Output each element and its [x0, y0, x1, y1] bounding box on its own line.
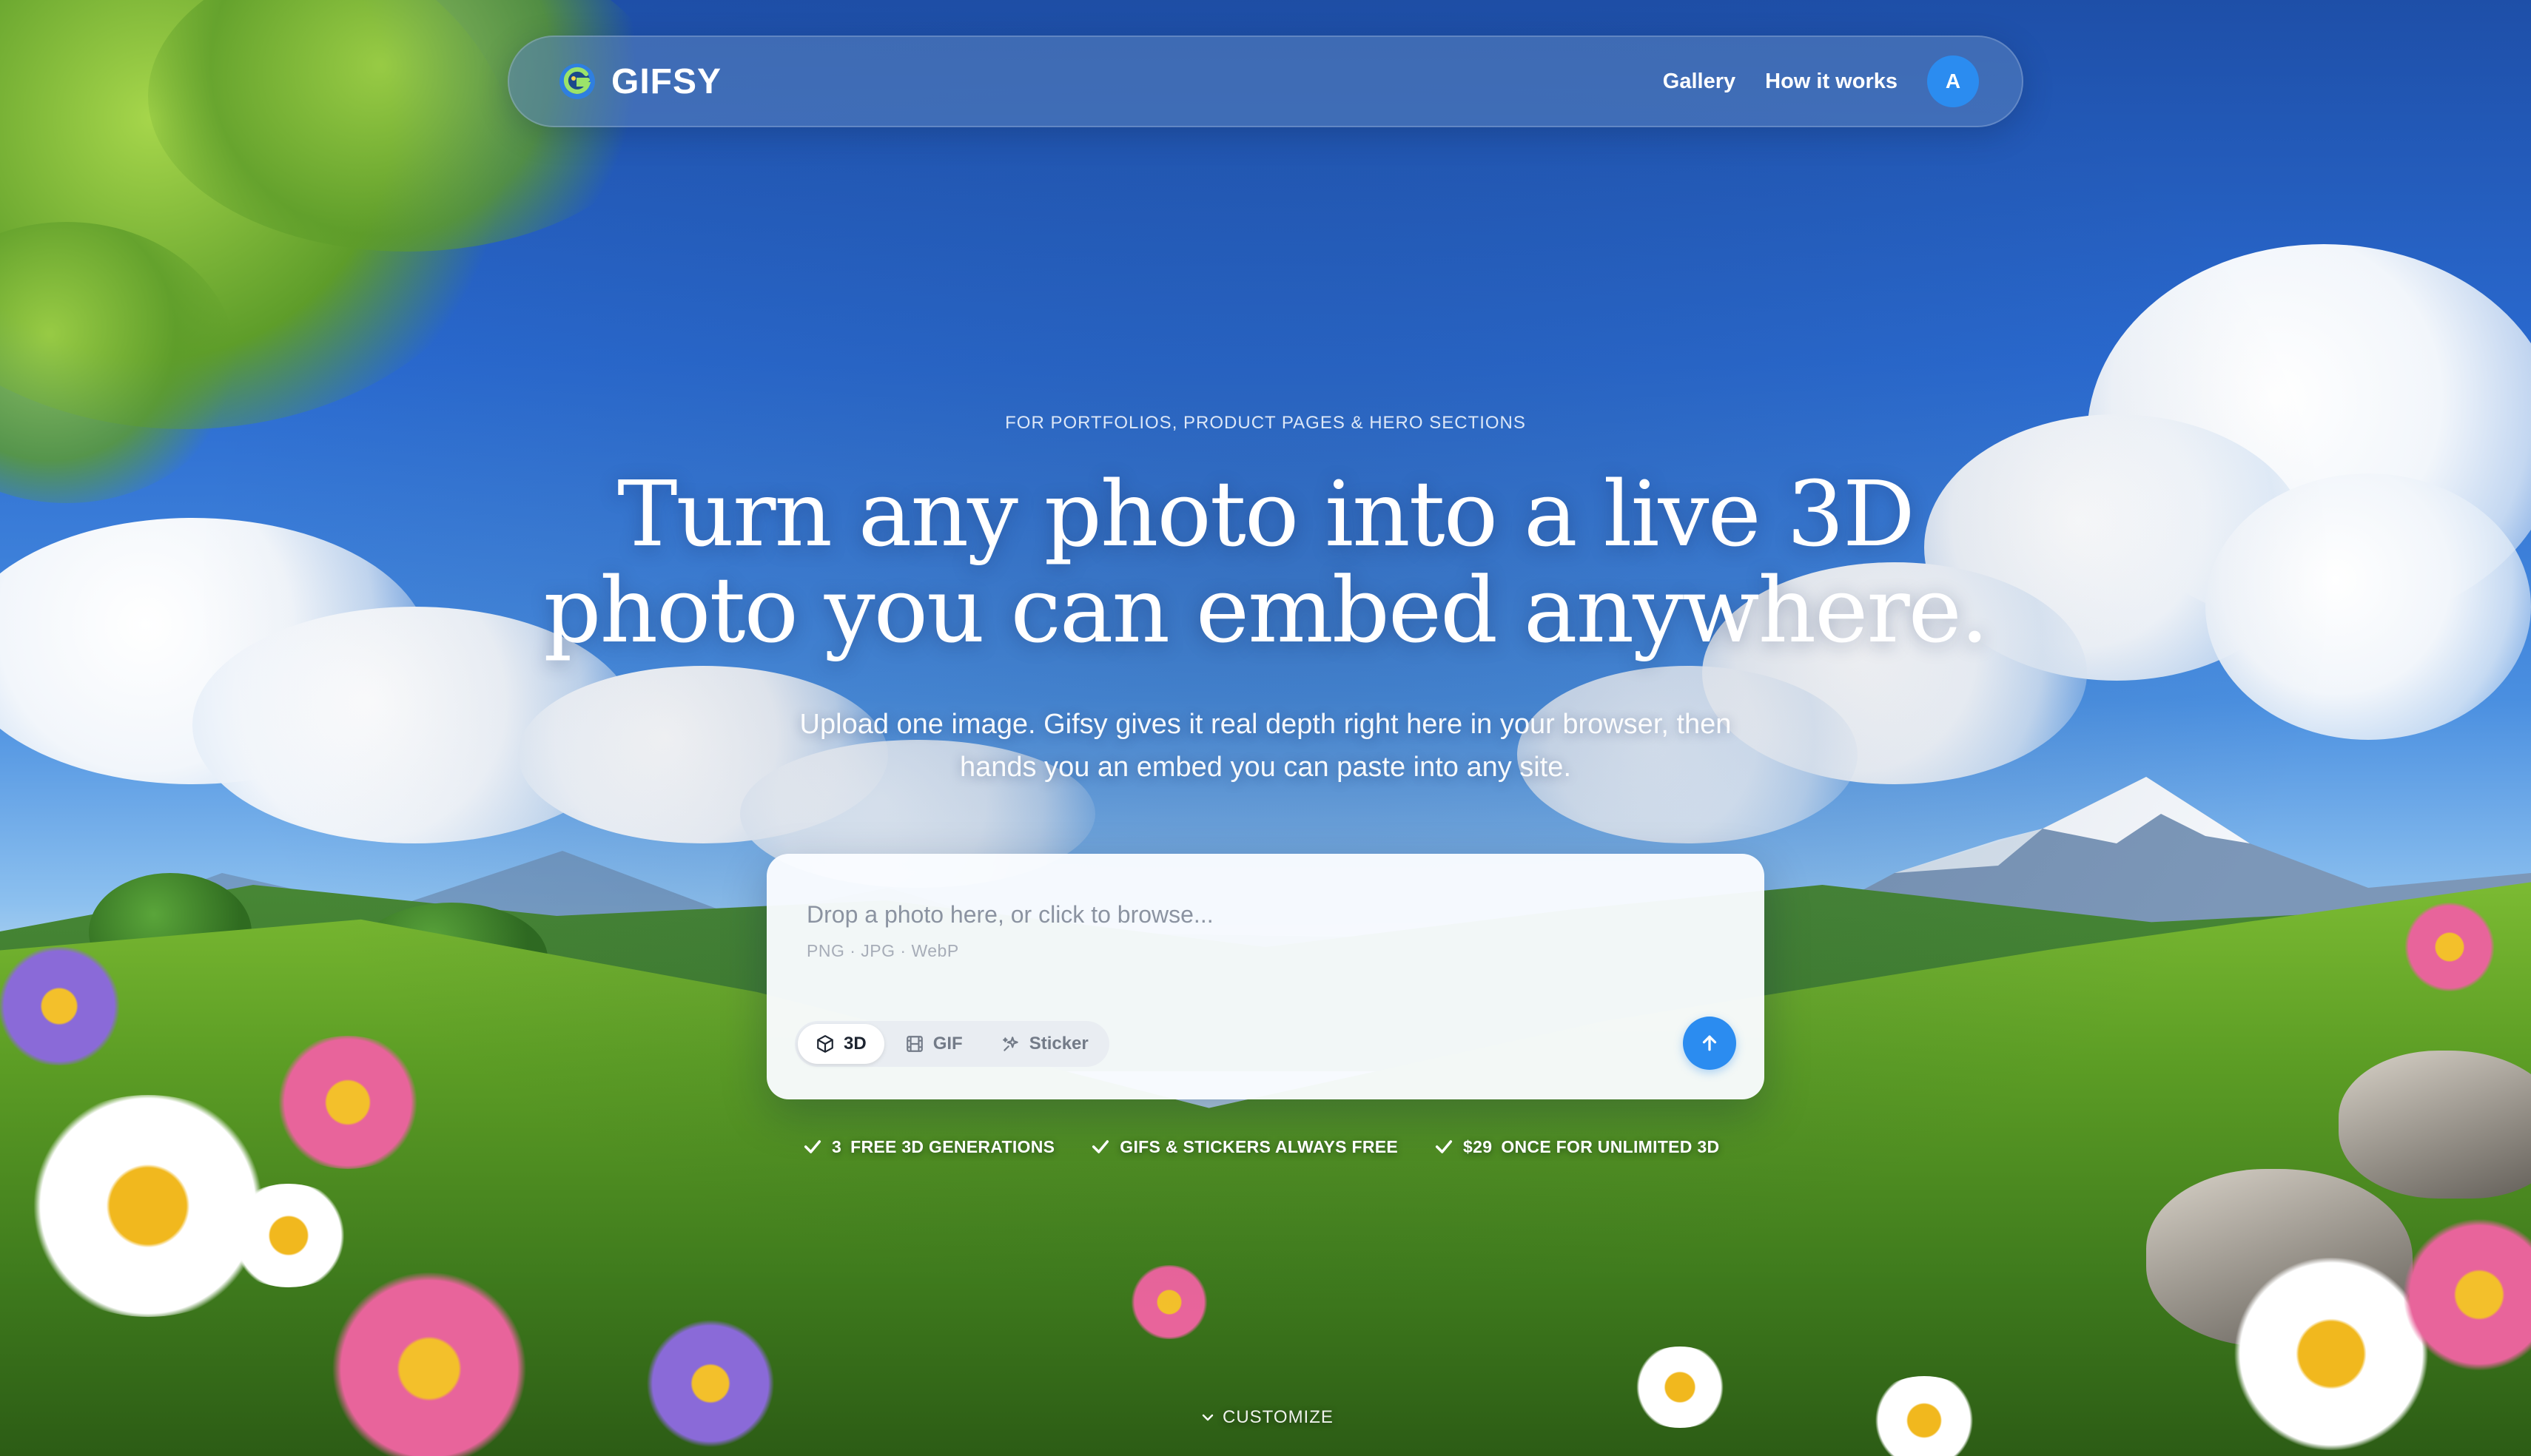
user-avatar[interactable]: A — [1927, 55, 1979, 107]
upload-dropzone[interactable]: Drop a photo here, or click to browse...… — [767, 854, 1764, 1099]
feature-item: $29 ONCE FOR UNLIMITED 3D — [1433, 1136, 1719, 1157]
feature-text: GIFS & STICKERS ALWAYS FREE — [1120, 1136, 1399, 1156]
headline-line-2: photo you can embed anywhere. — [543, 558, 1989, 663]
chevron-down-icon — [1202, 1414, 1214, 1421]
mode-3d-label: 3D — [844, 1034, 867, 1054]
feature-item: 3 FREE 3D GENERATIONS — [802, 1136, 1055, 1157]
gifsy-logo-icon — [559, 64, 595, 99]
top-nav: GIFSY Gallery How it works A — [508, 36, 2023, 127]
brand[interactable]: GIFSY — [558, 61, 722, 102]
hero-subhead: Upload one image. Gifsy gives it real de… — [755, 703, 1776, 789]
hero-headline: Turn any photo into a live 3D photo you … — [0, 466, 2531, 658]
mode-selector: 3D GIF Sticker — [795, 1021, 1109, 1067]
nav-link-gallery[interactable]: Gallery — [1663, 70, 1735, 94]
feature-prefix: 3 — [832, 1136, 842, 1156]
subhead-line-2: hands you an embed you can paste into an… — [960, 752, 1571, 783]
headline-line-1: Turn any photo into a live 3D — [617, 462, 1915, 567]
mode-gif-label: GIF — [932, 1034, 963, 1054]
sparkle-icon — [1002, 1037, 1018, 1051]
customize-toggle[interactable]: CUSTOMIZE — [1199, 1407, 1334, 1428]
subhead-line-1: Upload one image. Gifsy gives it real de… — [799, 709, 1732, 740]
feature-prefix: $29 — [1463, 1136, 1493, 1156]
mode-sticker-tab[interactable]: Sticker — [984, 1024, 1106, 1064]
check-icon — [804, 1140, 821, 1153]
feature-text: ONCE FOR UNLIMITED 3D — [1501, 1136, 1720, 1156]
mode-sticker-label: Sticker — [1029, 1034, 1089, 1054]
mode-gif-tab[interactable]: GIF — [887, 1024, 981, 1064]
customize-label: CUSTOMIZE — [1223, 1407, 1334, 1427]
nav-link-how-it-works[interactable]: How it works — [1765, 70, 1898, 94]
mode-3d-tab[interactable]: 3D — [798, 1024, 884, 1064]
dropzone-placeholder[interactable]: Drop a photo here, or click to browse... — [807, 901, 1214, 928]
feature-text: FREE 3D GENERATIONS — [850, 1136, 1055, 1156]
film-icon — [906, 1036, 923, 1052]
cube-icon — [817, 1035, 833, 1053]
check-icon — [1435, 1140, 1453, 1153]
feature-list: 3 FREE 3D GENERATIONS GIFS & STICKERS AL… — [802, 1136, 1719, 1157]
accepted-formats: PNG · JPG · WebP — [807, 941, 959, 960]
arrow-up-icon — [1702, 1035, 1717, 1051]
hero-eyebrow: FOR PORTFOLIOS, PRODUCT PAGES & HERO SEC… — [1005, 413, 1526, 433]
feature-item: GIFS & STICKERS ALWAYS FREE — [1090, 1136, 1398, 1157]
submit-button[interactable] — [1683, 1017, 1736, 1070]
brand-name: GIFSY — [611, 61, 722, 101]
check-icon — [1092, 1140, 1109, 1153]
